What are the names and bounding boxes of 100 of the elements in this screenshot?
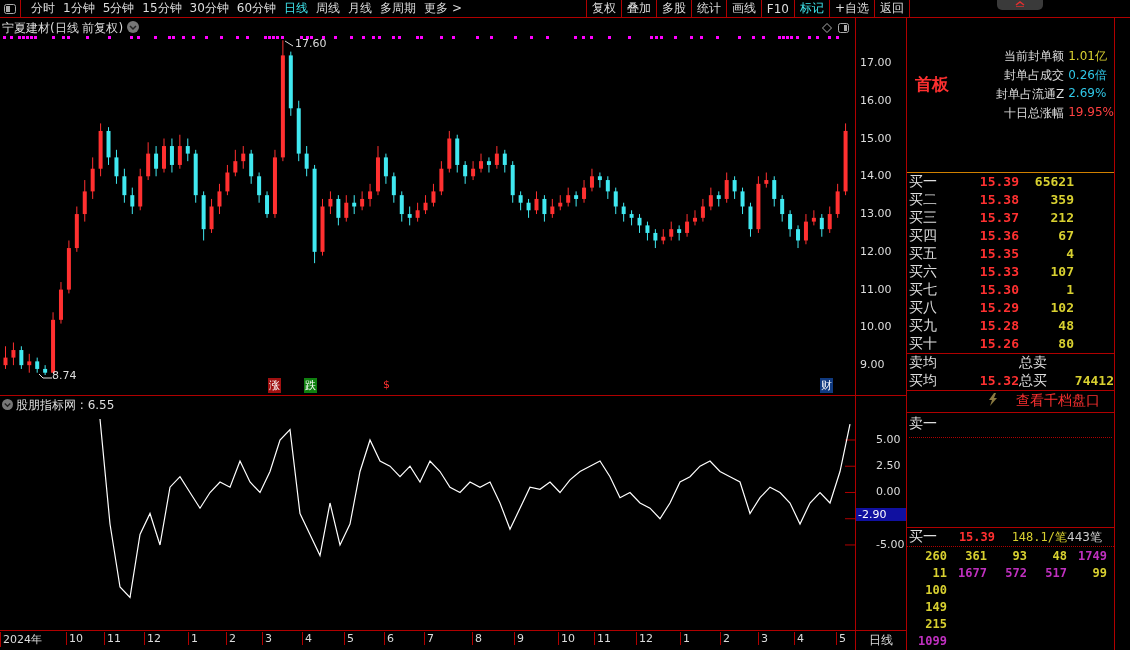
toolbar-button[interactable]: 返回 <box>874 0 910 17</box>
candlestick <box>621 202 626 223</box>
period-tab[interactable]: 月线 <box>344 0 377 17</box>
candlestick <box>463 160 468 185</box>
date-label: 3 <box>262 632 272 645</box>
average-label: 卖均 <box>909 353 938 372</box>
bid-price: 15.37 <box>978 210 1019 226</box>
date-label: 4 <box>302 632 312 645</box>
candlestick <box>661 228 666 245</box>
current-value-label: -2.90 <box>856 508 906 521</box>
average-per-order: 148.1/笔 <box>1010 528 1067 546</box>
candlestick <box>748 202 753 238</box>
price-tick: 9.00 <box>860 358 885 372</box>
period-tab[interactable]: 30分钟 <box>185 0 233 17</box>
candlestick <box>439 160 444 196</box>
candlestick <box>272 149 277 219</box>
candlestick <box>122 168 127 204</box>
candlestick <box>803 213 808 245</box>
price-tick: 12.00 <box>860 244 892 258</box>
candlestick <box>431 183 436 207</box>
period-tab[interactable]: 5分钟 <box>98 0 139 17</box>
toolbar-button[interactable]: 多股 <box>655 0 691 17</box>
price-tick: 16.00 <box>860 93 892 107</box>
date-label: 1 <box>188 632 198 645</box>
candlestick <box>19 345 24 370</box>
bid-price: 15.35 <box>978 246 1019 262</box>
queue-volume: 149 <box>924 600 947 615</box>
price-tick: 14.00 <box>860 169 892 183</box>
period-tab[interactable]: 多周期 <box>376 0 421 17</box>
bid-volume: 1 <box>1065 282 1074 298</box>
period-tab[interactable]: 分时 <box>27 0 59 17</box>
candlestick <box>510 160 515 204</box>
stat-label: 封单占成交 <box>1003 67 1065 84</box>
price-tick: 17.00 <box>860 55 892 69</box>
depth-button[interactable]: 查看千档盘口 <box>1010 391 1106 412</box>
bid-level-label: 买八 <box>909 298 938 317</box>
toolbar-button[interactable]: 标记 <box>793 0 829 17</box>
toolbar-button[interactable]: F10 <box>760 0 794 17</box>
candlestick <box>819 213 824 238</box>
candlestick <box>693 209 697 226</box>
toolbar-button[interactable]: 画线 <box>725 0 761 17</box>
toolbar-button[interactable]: 叠加 <box>620 0 656 17</box>
candlestick <box>320 198 325 257</box>
candlestick <box>645 221 650 241</box>
candlestick <box>629 209 634 226</box>
candlestick <box>217 183 222 215</box>
toolbar-button[interactable]: 复权 <box>585 0 621 17</box>
bid-price: 15.38 <box>978 192 1019 208</box>
candlestick <box>558 194 563 211</box>
candlestick <box>708 187 713 211</box>
bid-price: 15.29 <box>978 300 1019 316</box>
period-tab[interactable]: 15分钟 <box>138 0 186 17</box>
candlestick <box>471 160 476 181</box>
period-tab[interactable]: 周线 <box>312 0 345 17</box>
toolbar-button[interactable]: 统计 <box>690 0 726 17</box>
dropdown-icon[interactable] <box>2 398 13 410</box>
diamond-icon[interactable] <box>822 23 832 33</box>
candlestick <box>130 187 135 215</box>
candlestick <box>169 138 174 173</box>
candlestick <box>391 172 396 204</box>
candlestick <box>3 345 8 370</box>
period-tab[interactable]: 日线 <box>280 0 313 17</box>
date-label: 2 <box>720 632 730 645</box>
collapse-button[interactable] <box>997 0 1043 10</box>
queue-volume: 361 <box>964 548 987 563</box>
stat-label: 当前封单额 <box>1003 48 1065 65</box>
date-label: 11 <box>104 632 121 645</box>
candlestick <box>780 194 785 223</box>
bid-volume: 67 <box>1057 228 1074 244</box>
candlestick <box>154 145 159 177</box>
chevron-up-icon <box>1015 0 1025 7</box>
candlestick <box>233 149 238 177</box>
candlestick <box>407 206 412 226</box>
bid-price: 15.36 <box>978 228 1019 244</box>
dropdown-icon[interactable] <box>127 21 140 33</box>
panel-toggle-icon[interactable] <box>838 23 849 33</box>
bid-level-label: 买十 <box>909 334 938 353</box>
period-tab[interactable]: 更多 > <box>420 0 466 17</box>
candlestick <box>827 206 832 234</box>
period-tab[interactable]: 60分钟 <box>232 0 281 17</box>
candlestick <box>209 198 214 234</box>
date-label: 5 <box>836 632 846 645</box>
candlestick <box>653 228 658 249</box>
candlestick <box>732 175 737 200</box>
candlestick <box>90 156 95 200</box>
queue-volume: 48 <box>1051 548 1067 563</box>
bid-volume: 107 <box>1049 264 1074 280</box>
panel-toggle-icon[interactable] <box>4 3 16 14</box>
bid-level-label: 买九 <box>909 316 938 335</box>
candlestick <box>479 153 483 173</box>
candlestick <box>772 175 777 207</box>
signal-marker: 财 <box>820 378 833 393</box>
toolbar-button[interactable]: +自选 <box>828 0 874 17</box>
bid-price: 15.39 <box>978 174 1019 190</box>
stat-value: 19.95% <box>1068 105 1114 121</box>
period-tab[interactable]: 1分钟 <box>59 0 99 17</box>
candlestick <box>526 198 531 219</box>
candlestick <box>716 190 721 207</box>
candlestick <box>502 149 507 173</box>
queue-volume: 1749 <box>1077 548 1107 563</box>
